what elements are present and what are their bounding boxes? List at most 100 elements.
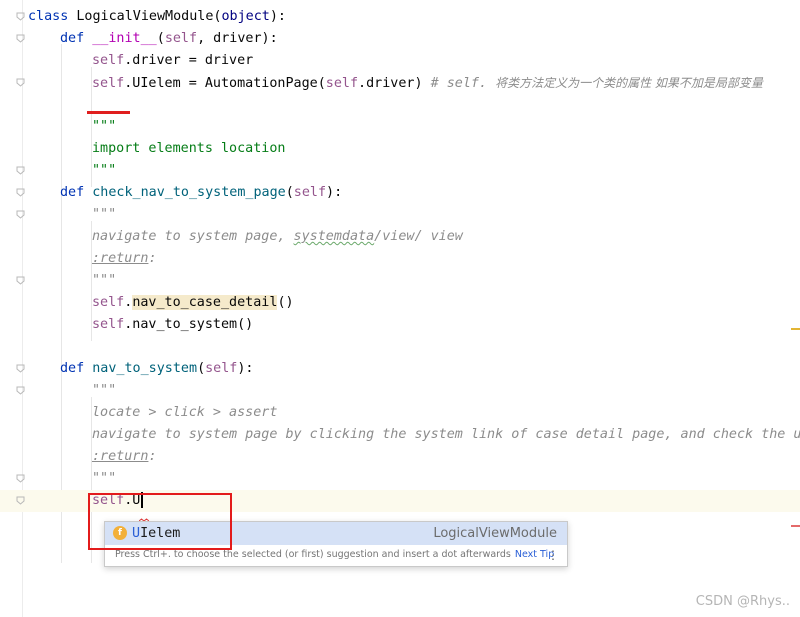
code-token: self xyxy=(92,53,125,68)
code-token: """ xyxy=(92,471,117,486)
code-line[interactable]: :return: xyxy=(0,248,800,270)
fold-marker-icon[interactable] xyxy=(16,386,25,395)
code-token: :return xyxy=(92,251,149,266)
fold-marker-icon[interactable] xyxy=(16,34,25,43)
code-token: locate > click > assert xyxy=(92,405,278,420)
code-line[interactable]: def nav_to_system(self): xyxy=(0,358,800,380)
code-text: """ xyxy=(92,204,116,226)
code-token: ( xyxy=(156,31,165,46)
code-token: : xyxy=(148,449,157,464)
code-token: """ xyxy=(92,119,117,134)
code-token: ( xyxy=(197,361,206,376)
error-stripe-marker[interactable] xyxy=(791,328,800,330)
code-token: """ xyxy=(92,207,117,222)
fold-marker-icon[interactable] xyxy=(16,12,25,21)
code-token: check_nav_to_system_page xyxy=(92,185,286,200)
code-line[interactable]: """ xyxy=(0,270,800,292)
code-token: ): xyxy=(326,185,343,200)
code-token: def xyxy=(60,361,93,376)
code-text: import elements location xyxy=(92,138,285,160)
code-token: navigate to system page by clicking the … xyxy=(92,427,800,442)
code-line[interactable]: locate > click > assert xyxy=(0,402,800,424)
code-token: # self. xyxy=(430,76,496,91)
code-text: def __init__(self, driver): xyxy=(60,28,278,50)
code-line[interactable]: self.nav_to_system() xyxy=(0,314,800,336)
error-stripe-marker[interactable] xyxy=(791,525,800,527)
code-text: :return: xyxy=(92,248,157,270)
code-text: """ xyxy=(92,116,116,138)
code-text: :return: xyxy=(92,446,157,468)
code-token: .nav_to_system() xyxy=(124,317,254,332)
code-token: .UIelem = AutomationPage( xyxy=(124,76,326,91)
code-token: ): xyxy=(237,361,254,376)
code-line[interactable]: def check_nav_to_system_page(self): xyxy=(0,182,800,204)
code-token: :return xyxy=(92,449,149,464)
fold-marker-icon[interactable] xyxy=(16,496,25,505)
code-token: , driver): xyxy=(197,31,278,46)
code-line[interactable] xyxy=(0,336,800,358)
completion-item-type: LogicalViewModule xyxy=(433,526,557,541)
code-text: navigate to system page by clicking the … xyxy=(92,424,800,446)
code-token: object xyxy=(221,9,270,24)
code-token: .driver = driver xyxy=(124,53,254,68)
fold-marker-icon[interactable] xyxy=(16,78,25,87)
code-token: ): xyxy=(269,9,286,24)
fold-marker-icon[interactable] xyxy=(16,210,25,219)
code-token: nav_to_system xyxy=(92,361,198,376)
code-text: class LogicalViewModule(object): xyxy=(28,6,286,28)
annotation-underline xyxy=(87,111,130,114)
code-line[interactable]: self.driver = driver xyxy=(0,50,800,72)
code-token: self xyxy=(92,295,125,310)
fold-marker-icon[interactable] xyxy=(16,474,25,483)
code-line[interactable]: self.nav_to_case_detail() xyxy=(0,292,800,314)
code-line[interactable]: import elements location xyxy=(0,138,800,160)
code-token: self xyxy=(92,76,125,91)
code-line[interactable]: self.UIelem = AutomationPage(self.driver… xyxy=(0,72,800,94)
code-token: def xyxy=(60,185,93,200)
code-token: def xyxy=(60,31,93,46)
code-text: self.driver = driver xyxy=(92,50,253,72)
code-text: self.nav_to_case_detail() xyxy=(92,292,294,314)
code-text: self.UIelem = AutomationPage(self.driver… xyxy=(92,72,763,95)
code-text: locate > click > assert xyxy=(92,402,277,424)
code-token: """ xyxy=(92,383,117,398)
fold-marker-icon[interactable] xyxy=(16,188,25,197)
code-line[interactable]: class LogicalViewModule(object): xyxy=(0,6,800,28)
fold-marker-icon[interactable] xyxy=(16,166,25,175)
code-line[interactable]: """ xyxy=(0,204,800,226)
completion-hint: Press Ctrl+. to choose the selected (or … xyxy=(115,549,554,560)
code-line[interactable]: """ xyxy=(0,380,800,402)
code-token: class xyxy=(28,9,77,24)
completion-hint-text: Press Ctrl+. to choose the selected (or … xyxy=(115,549,511,560)
code-line[interactable]: navigate to system page by clicking the … xyxy=(0,424,800,446)
code-text: """ xyxy=(92,468,116,490)
code-token: LogicalViewModule( xyxy=(76,9,222,24)
code-token: self xyxy=(293,185,327,200)
code-token: : xyxy=(148,251,157,266)
code-token: __init__ xyxy=(92,31,157,46)
code-token: self xyxy=(164,31,198,46)
code-token: ( xyxy=(285,185,294,200)
fold-marker-icon[interactable] xyxy=(16,276,25,285)
code-token: nav_to_case_detail xyxy=(132,295,278,310)
code-line[interactable]: navigate to system page, systemdata/view… xyxy=(0,226,800,248)
code-text: navigate to system page, systemdata/view… xyxy=(92,226,463,248)
code-line[interactable]: """ xyxy=(0,116,800,138)
code-token: self xyxy=(325,76,359,91)
code-text: def nav_to_system(self): xyxy=(60,358,254,380)
code-line[interactable]: """ xyxy=(0,468,800,490)
code-text: """ xyxy=(92,160,116,182)
code-text: """ xyxy=(92,380,116,402)
annotation-box xyxy=(88,493,232,550)
fold-marker-icon[interactable] xyxy=(16,364,25,373)
code-token: import elements location xyxy=(92,141,286,156)
code-token: /view/ view xyxy=(374,229,463,244)
code-token: """ xyxy=(92,273,117,288)
code-line[interactable]: """ xyxy=(0,160,800,182)
code-text: """ xyxy=(92,270,116,292)
code-token: self xyxy=(92,317,125,332)
kebab-menu-icon[interactable]: ⋮ xyxy=(547,548,559,562)
code-line[interactable]: def __init__(self, driver): xyxy=(0,28,800,50)
code-token: .driver) xyxy=(358,76,431,91)
code-line[interactable]: :return: xyxy=(0,446,800,468)
